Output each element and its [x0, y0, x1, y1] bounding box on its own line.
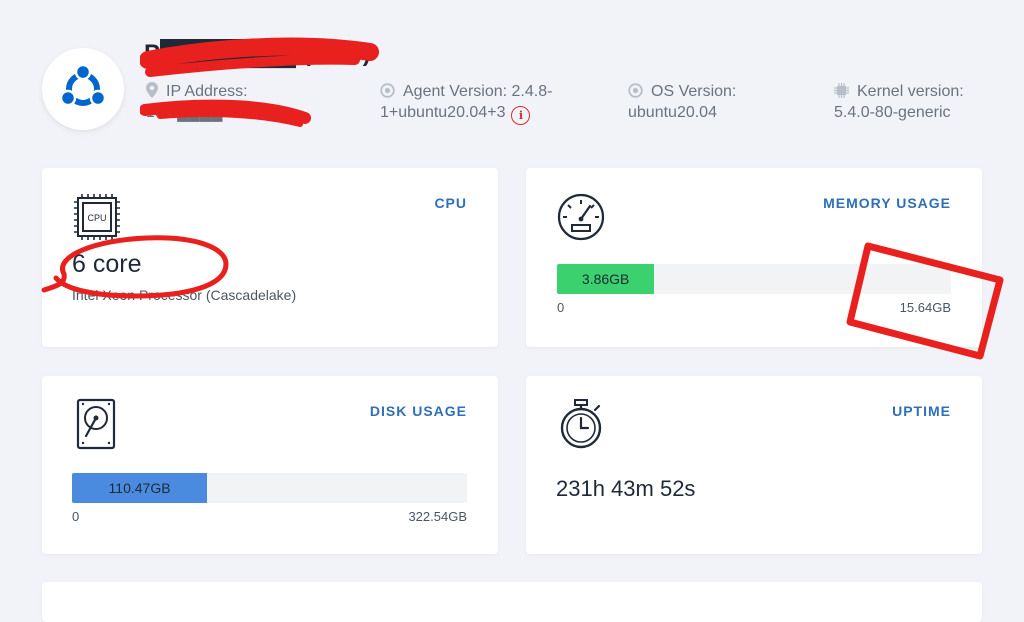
info-icon[interactable]: i — [511, 106, 531, 125]
cpu-card: CPU CPU 6 core Intel Xeon Processor (Cas… — [41, 168, 498, 347]
disk-used: 110.47GB — [108, 480, 171, 496]
cpu-model: Intel Xeon Processor (Cascadelake) — [72, 287, 297, 303]
os-version: OS Version: ubuntu20.04 — [628, 82, 798, 122]
next-card — [42, 582, 982, 622]
memory-card: MEMORY USAGE 3.86GB 0 15.64GB — [526, 168, 982, 347]
cpu-title: CPU — [434, 195, 467, 211]
server-title: P████████ (vultr) — [144, 40, 371, 67]
target-icon — [380, 83, 395, 103]
uptime-title: UPTIME — [892, 403, 951, 419]
ip-address: IP Address: 139.████.222 — [146, 82, 346, 122]
disk-card: DISK USAGE 110.47GB 0 322.54GB — [42, 376, 498, 554]
disk-bar-fill: 110.47GB — [72, 473, 208, 503]
stopwatch-icon — [556, 398, 606, 455]
target-icon — [628, 83, 643, 103]
cpu-cores: 6 core — [72, 250, 142, 278]
uptime-value: 231h 43m 52s — [556, 476, 696, 501]
ip-label: IP Address: — [166, 83, 248, 100]
disk-total: 322.54GB — [408, 509, 467, 524]
memory-bar: 3.86GB — [557, 264, 951, 294]
location-pin-icon — [146, 82, 158, 103]
ip-value: 139.████.222 — [146, 104, 254, 121]
disk-min: 0 — [72, 509, 80, 524]
memory-min: 0 — [557, 300, 565, 315]
agent-version: Agent Version: 2.4.8-1+ubuntu20.04+3 i — [380, 82, 600, 125]
kernel-version-text: Kernel version: 5.4.0-80-generic — [834, 83, 964, 121]
ubuntu-logo-icon — [59, 63, 107, 107]
memory-used: 3.86GB — [581, 271, 630, 287]
os-logo — [42, 48, 124, 130]
cpu-chip-icon: CPU — [72, 192, 122, 247]
chip-icon — [834, 83, 849, 103]
memory-bar-fill: 3.86GB — [557, 264, 655, 294]
cpu-chip-label: CPU — [87, 213, 106, 223]
kernel-version: Kernel version: 5.4.0-80-generic — [834, 82, 994, 122]
os-version-text: OS Version: ubuntu20.04 — [628, 83, 737, 121]
speedometer-icon — [556, 192, 606, 247]
memory-total: 15.64GB — [899, 300, 951, 315]
disk-bar: 110.47GB — [72, 473, 467, 503]
disk-title: DISK USAGE — [369, 403, 467, 419]
hard-drive-icon — [74, 398, 118, 455]
memory-title: MEMORY USAGE — [823, 195, 951, 211]
uptime-card: UPTIME 231h 43m 52s — [526, 376, 982, 554]
